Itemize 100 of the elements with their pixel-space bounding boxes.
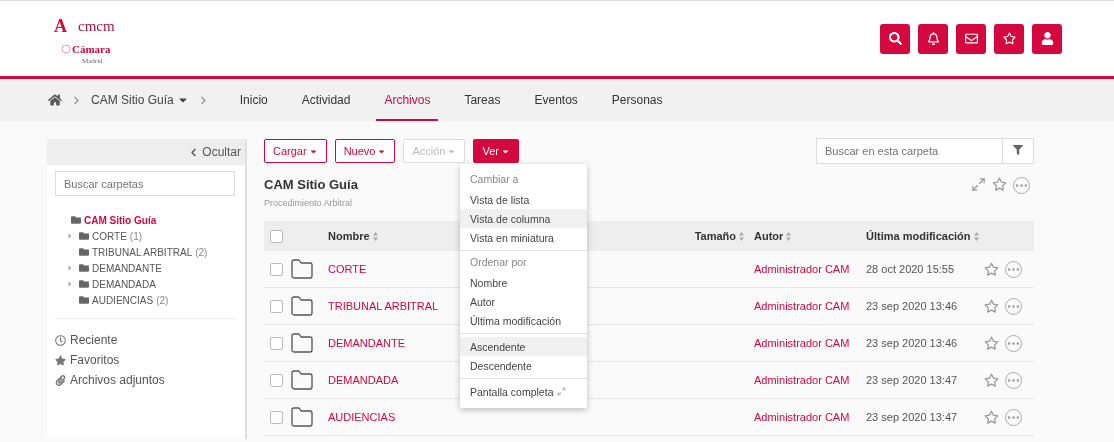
- menu-item[interactable]: Vista de lista: [460, 190, 587, 209]
- modified-date: 28 oct 2020 15:55: [866, 263, 955, 275]
- bell-icon: [926, 32, 940, 45]
- star-icon[interactable]: [984, 261, 999, 277]
- folder-link[interactable]: CAM Sitio Guía: [84, 214, 157, 226]
- star-icon[interactable]: [984, 335, 999, 351]
- star-icon: [55, 354, 66, 366]
- folder-icon: [290, 257, 314, 281]
- column-header[interactable]: Tamaño: [694, 230, 736, 242]
- author-link[interactable]: Administrador CAM: [754, 337, 850, 349]
- checkbox[interactable]: [270, 262, 283, 276]
- envelope-button[interactable]: [956, 23, 986, 54]
- sidebar-link[interactable]: Archivos adjuntos: [70, 373, 165, 387]
- caret-icon[interactable]: [66, 280, 74, 288]
- sidebar-link[interactable]: Reciente: [70, 333, 118, 347]
- toolbar-dropdown-button[interactable]: Nuevo: [334, 139, 396, 163]
- folder-icon: [79, 295, 89, 305]
- sort-icon[interactable]: [973, 231, 979, 241]
- folder-filter-field[interactable]: Buscar en esta carpeta: [816, 138, 1002, 164]
- folder-icon: [79, 263, 89, 273]
- column-header[interactable]: Nombre: [328, 230, 370, 242]
- sort-icon[interactable]: [739, 231, 744, 241]
- filter-icon: [1013, 145, 1023, 155]
- checkbox[interactable]: [270, 336, 283, 350]
- folder-count: (2): [195, 246, 208, 258]
- toolbar-dropdown-button[interactable]: Ver: [473, 139, 519, 163]
- caret-icon[interactable]: [66, 264, 74, 272]
- folder-icon: [290, 294, 314, 318]
- folder-icon: [79, 231, 89, 241]
- envelope-icon: [964, 32, 978, 45]
- folder-icon: [290, 331, 314, 355]
- folder-count: (1): [129, 230, 143, 242]
- folder-search-field[interactable]: Buscar carpetas: [55, 171, 235, 196]
- menu-header: Ordenar por: [469, 255, 528, 270]
- checkbox[interactable]: [270, 229, 283, 243]
- chevron-icon: [189, 147, 199, 157]
- folder-icon: [290, 368, 314, 392]
- file-link[interactable]: TRIBUNAL ARBITRAL: [328, 300, 439, 312]
- column-header[interactable]: Autor: [754, 230, 784, 242]
- author-link[interactable]: Administrador CAM: [754, 263, 850, 275]
- author-link[interactable]: Administrador CAM: [754, 411, 850, 423]
- chevron-icon: [72, 95, 81, 105]
- author-link[interactable]: Administrador CAM: [754, 300, 850, 312]
- home-icon[interactable]: [48, 93, 62, 107]
- nav-tab[interactable]: Personas: [603, 79, 671, 121]
- folder-icon: [79, 279, 89, 289]
- nav-tab[interactable]: Tareas: [456, 79, 509, 121]
- star-icon[interactable]: [984, 372, 999, 388]
- caret-icon[interactable]: [66, 232, 74, 240]
- star-icon: [1002, 32, 1016, 45]
- folder-link[interactable]: DEMANDADA: [92, 278, 156, 290]
- nav-tab[interactable]: Archivos: [376, 79, 439, 121]
- file-link[interactable]: AUDIENCIAS: [328, 411, 396, 423]
- site-dropdown[interactable]: CAM Sitio Guía: [91, 93, 189, 107]
- modified-date: 23 sep 2020 13:47: [866, 374, 958, 386]
- folder-link[interactable]: AUDIENCIAS: [92, 294, 154, 306]
- modified-date: 23 sep 2020 13:47: [866, 411, 958, 423]
- file-link[interactable]: DEMANDANTE: [328, 337, 405, 349]
- star-icon[interactable]: [984, 298, 999, 314]
- user-icon: [1040, 32, 1054, 45]
- folder-icon: [71, 215, 81, 225]
- sort-icon[interactable]: [786, 231, 792, 241]
- menu-item[interactable]: Autor: [460, 292, 587, 311]
- menu-item[interactable]: Descendente: [460, 356, 587, 375]
- paperclip-icon: [55, 374, 66, 386]
- toolbar-dropdown-button[interactable]: Cargar: [264, 139, 327, 163]
- nav-tab[interactable]: Actividad: [293, 79, 359, 121]
- checkbox[interactable]: [270, 299, 283, 313]
- folder-link[interactable]: DEMANDANTE: [92, 262, 162, 274]
- sort-icon[interactable]: [372, 231, 378, 241]
- menu-item[interactable]: Última modificación: [460, 311, 587, 330]
- folder-icon: [290, 405, 314, 429]
- menu-item[interactable]: Vista en miniatura: [460, 228, 587, 247]
- bell-button[interactable]: [918, 23, 948, 54]
- menu-item[interactable]: Nombre: [460, 273, 587, 292]
- sidebar-link[interactable]: Favoritos: [70, 353, 120, 367]
- folder-link[interactable]: TRIBUNAL ARBITRAL: [92, 246, 193, 258]
- menu-item[interactable]: Vista de columna: [460, 209, 587, 228]
- column-header[interactable]: Última modificación: [866, 230, 971, 242]
- file-link[interactable]: DEMANDADA: [328, 374, 399, 386]
- search-button[interactable]: [880, 23, 910, 54]
- star-icon[interactable]: [984, 409, 999, 425]
- user-button[interactable]: [1032, 23, 1062, 54]
- author-link[interactable]: Administrador CAM: [754, 374, 850, 386]
- menu-item[interactable]: Ascendente: [460, 337, 587, 356]
- file-link[interactable]: CORTE: [328, 263, 367, 275]
- folder-count: (2): [156, 294, 169, 306]
- hide-button[interactable]: Ocultar: [189, 145, 241, 159]
- modified-date: 23 sep 2020 13:46: [866, 300, 958, 312]
- menu-item[interactable]: Pantalla completa: [460, 382, 587, 401]
- checkbox[interactable]: [270, 410, 283, 424]
- star-button[interactable]: [994, 23, 1024, 54]
- nav-tab[interactable]: Eventos: [526, 79, 586, 121]
- expand-icon: [557, 387, 567, 396]
- checkbox[interactable]: [270, 373, 283, 387]
- nav-tab[interactable]: Inicio: [231, 79, 276, 121]
- clock-icon: [55, 334, 66, 346]
- folder-subtitle: Procedimiento Arbitral: [264, 198, 354, 208]
- filter-button[interactable]: [1002, 138, 1034, 164]
- folder-link[interactable]: CORTE: [92, 230, 127, 242]
